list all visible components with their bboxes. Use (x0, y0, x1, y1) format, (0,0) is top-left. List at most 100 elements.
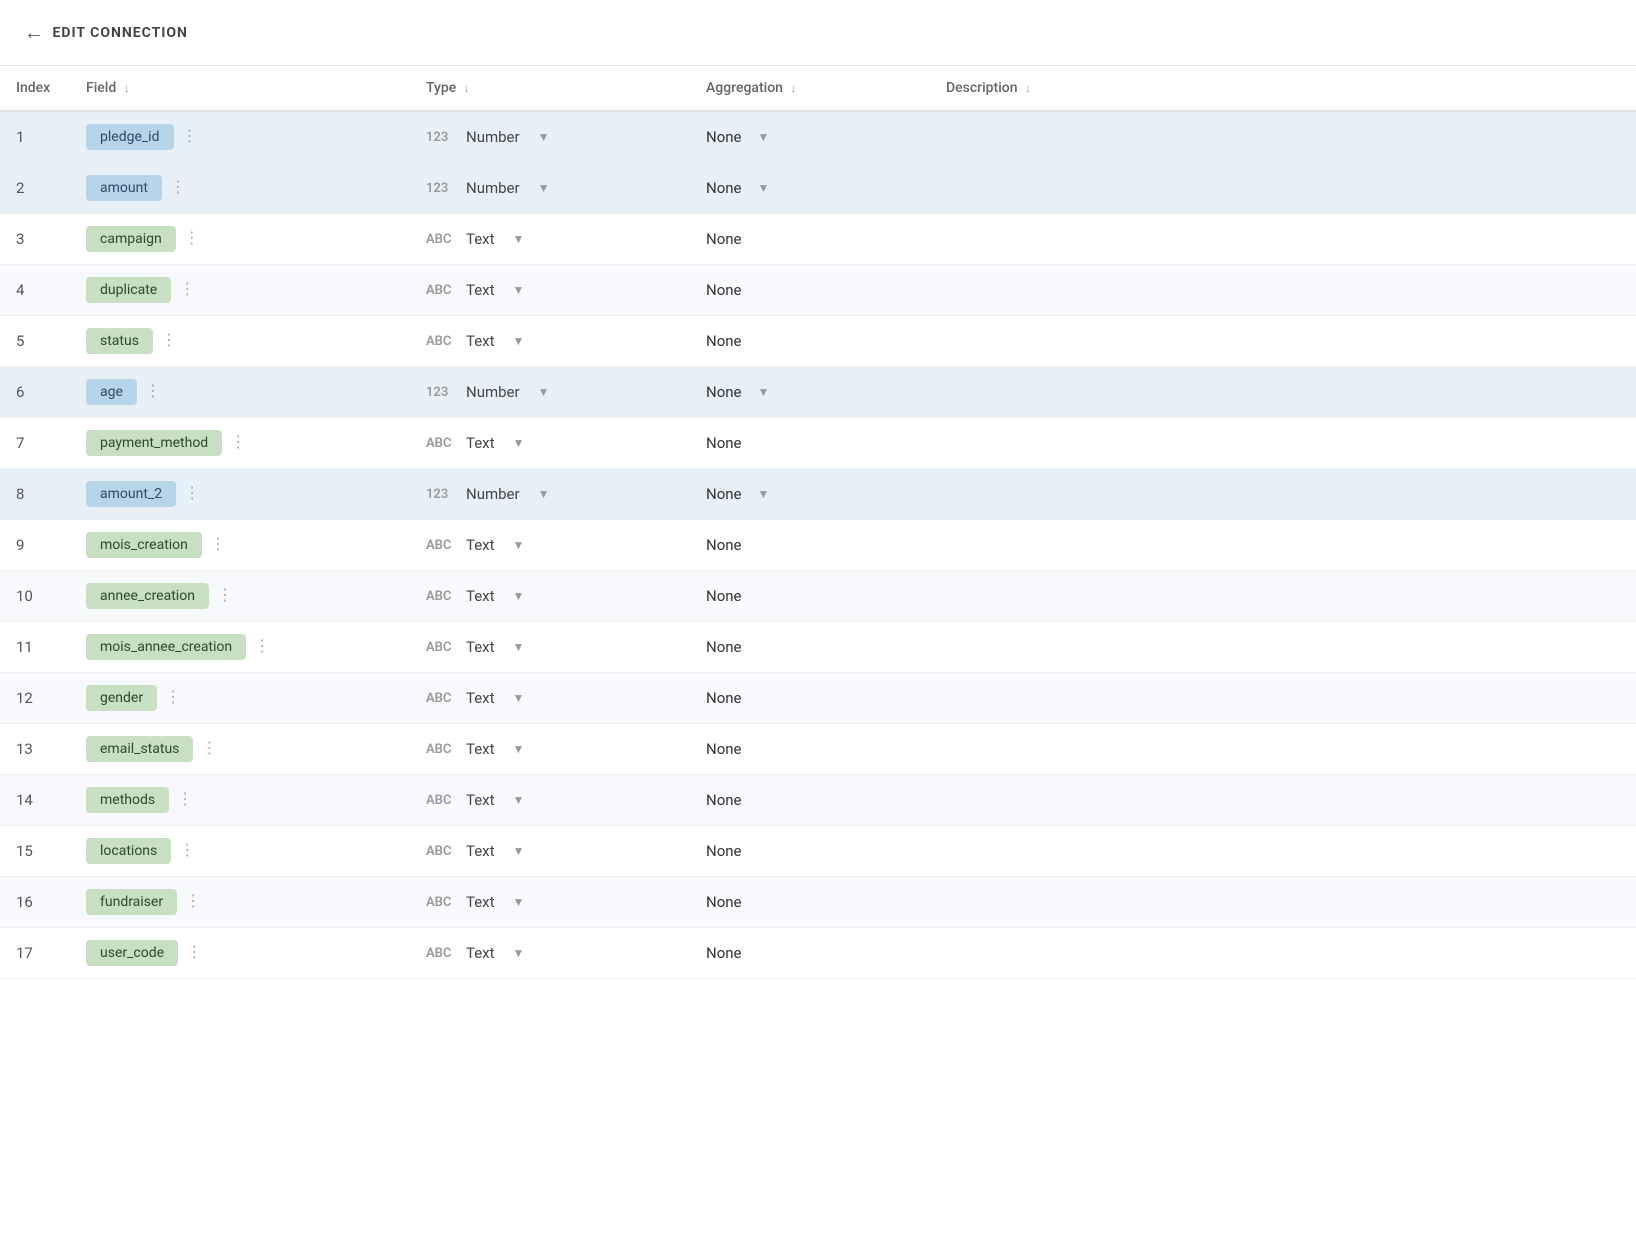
cell-index: 15 (0, 826, 70, 877)
field-badge: payment_method (86, 430, 222, 456)
cell-description (930, 928, 1636, 979)
cell-index: 14 (0, 775, 70, 826)
type-dropdown-arrow[interactable]: ▼ (538, 130, 550, 144)
type-dropdown-arrow[interactable]: ▼ (513, 946, 525, 960)
col-header-type[interactable]: Type ↓ (410, 66, 690, 111)
cell-index: 6 (0, 367, 70, 418)
type-label: Text (466, 536, 495, 554)
type-label: Text (466, 281, 495, 299)
table-row: 9mois_creation⋮ABCText▼None (0, 520, 1636, 571)
field-menu-dots[interactable]: ⋮ (157, 687, 191, 706)
cell-aggregation: None (690, 316, 930, 367)
cell-aggregation: None (690, 571, 930, 622)
field-menu-dots[interactable]: ⋮ (162, 177, 196, 196)
field-menu-dots[interactable]: ⋮ (193, 738, 227, 757)
connection-table: Index Field ↓ Type ↓ Aggregation ↓ Descr… (0, 66, 1636, 979)
field-menu-dots[interactable]: ⋮ (176, 483, 210, 502)
aggregation-dropdown-arrow[interactable]: ▼ (758, 385, 770, 399)
table-row: 16fundraiser⋮ABCText▼None (0, 877, 1636, 928)
cell-type: ABCText▼ (410, 724, 690, 775)
cell-index: 11 (0, 622, 70, 673)
field-menu-dots[interactable]: ⋮ (178, 942, 212, 961)
aggregation-dropdown-arrow[interactable]: ▼ (758, 130, 770, 144)
table-row: 8amount_2⋮123Number▼None▼ (0, 469, 1636, 520)
col-header-aggregation[interactable]: Aggregation ↓ (690, 66, 930, 111)
type-dropdown-arrow[interactable]: ▼ (538, 181, 550, 195)
type-dropdown-arrow[interactable]: ▼ (538, 385, 550, 399)
type-dropdown-arrow[interactable]: ▼ (513, 283, 525, 297)
type-dropdown-arrow[interactable]: ▼ (513, 793, 525, 807)
type-dropdown-arrow[interactable]: ▼ (513, 844, 525, 858)
cell-index: 5 (0, 316, 70, 367)
page-title: EDIT CONNECTION (53, 25, 188, 41)
field-menu-dots[interactable]: ⋮ (171, 279, 205, 298)
field-menu-dots[interactable]: ⋮ (169, 789, 203, 808)
page-header: ← EDIT CONNECTION (0, 0, 1636, 66)
type-dropdown-arrow[interactable]: ▼ (513, 538, 525, 552)
desc-sort-icon: ↓ (1025, 81, 1031, 95)
cell-type: ABCText▼ (410, 775, 690, 826)
table-row: 3campaign⋮ABCText▼None (0, 214, 1636, 265)
table-row: 10annee_creation⋮ABCText▼None (0, 571, 1636, 622)
type-dropdown-arrow[interactable]: ▼ (513, 436, 525, 450)
aggregation-dropdown-arrow[interactable]: ▼ (758, 181, 770, 195)
type-dropdown-arrow[interactable]: ▼ (513, 589, 525, 603)
field-menu-dots[interactable]: ⋮ (209, 585, 243, 604)
col-header-description[interactable]: Description ↓ (930, 66, 1636, 111)
field-menu-dots[interactable]: ⋮ (176, 228, 210, 247)
cell-field: campaign⋮ (70, 214, 410, 265)
col-header-field[interactable]: Field ↓ (70, 66, 410, 111)
cell-description (930, 265, 1636, 316)
cell-field: user_code⋮ (70, 928, 410, 979)
cell-field: annee_creation⋮ (70, 571, 410, 622)
type-dropdown-arrow[interactable]: ▼ (513, 691, 525, 705)
cell-index: 4 (0, 265, 70, 316)
cell-type: 123Number▼ (410, 469, 690, 520)
field-menu-dots[interactable]: ⋮ (202, 534, 236, 553)
cell-type: ABCText▼ (410, 316, 690, 367)
field-menu-dots[interactable]: ⋮ (246, 636, 280, 655)
cell-field: amount_2⋮ (70, 469, 410, 520)
table-row: 6age⋮123Number▼None▼ (0, 367, 1636, 418)
back-button[interactable]: ← EDIT CONNECTION (24, 20, 188, 45)
type-dropdown-arrow[interactable]: ▼ (513, 895, 525, 909)
aggregation-dropdown-arrow[interactable]: ▼ (758, 487, 770, 501)
type-dropdown-arrow[interactable]: ▼ (513, 742, 525, 756)
cell-aggregation: None (690, 265, 930, 316)
cell-field: age⋮ (70, 367, 410, 418)
type-icon: ABC (426, 844, 456, 859)
cell-type: ABCText▼ (410, 622, 690, 673)
cell-description (930, 214, 1636, 265)
type-dropdown-arrow[interactable]: ▼ (513, 232, 525, 246)
table-row: 15locations⋮ABCText▼None (0, 826, 1636, 877)
aggregation-label: None (706, 383, 742, 401)
cell-description (930, 724, 1636, 775)
aggregation-label: None (706, 536, 742, 554)
type-dropdown-arrow[interactable]: ▼ (513, 640, 525, 654)
type-icon: ABC (426, 640, 456, 655)
type-label: Number (466, 485, 520, 503)
cell-type: ABCText▼ (410, 520, 690, 571)
field-menu-dots[interactable]: ⋮ (137, 381, 171, 400)
cell-aggregation: None (690, 418, 930, 469)
cell-description (930, 418, 1636, 469)
field-menu-dots[interactable]: ⋮ (177, 891, 211, 910)
field-menu-dots[interactable]: ⋮ (153, 330, 187, 349)
field-badge: campaign (86, 226, 176, 252)
cell-description (930, 775, 1636, 826)
cell-description (930, 571, 1636, 622)
table-row: 13email_status⋮ABCText▼None (0, 724, 1636, 775)
cell-index: 17 (0, 928, 70, 979)
type-dropdown-arrow[interactable]: ▼ (538, 487, 550, 501)
back-arrow-icon: ← (24, 20, 45, 45)
aggregation-label: None (706, 944, 742, 962)
field-badge: mois_annee_creation (86, 634, 246, 660)
cell-field: gender⋮ (70, 673, 410, 724)
cell-field: mois_creation⋮ (70, 520, 410, 571)
type-dropdown-arrow[interactable]: ▼ (513, 334, 525, 348)
type-label: Text (466, 893, 495, 911)
cell-index: 2 (0, 163, 70, 214)
field-menu-dots[interactable]: ⋮ (222, 432, 256, 451)
field-menu-dots[interactable]: ⋮ (174, 126, 208, 145)
field-menu-dots[interactable]: ⋮ (171, 840, 205, 859)
